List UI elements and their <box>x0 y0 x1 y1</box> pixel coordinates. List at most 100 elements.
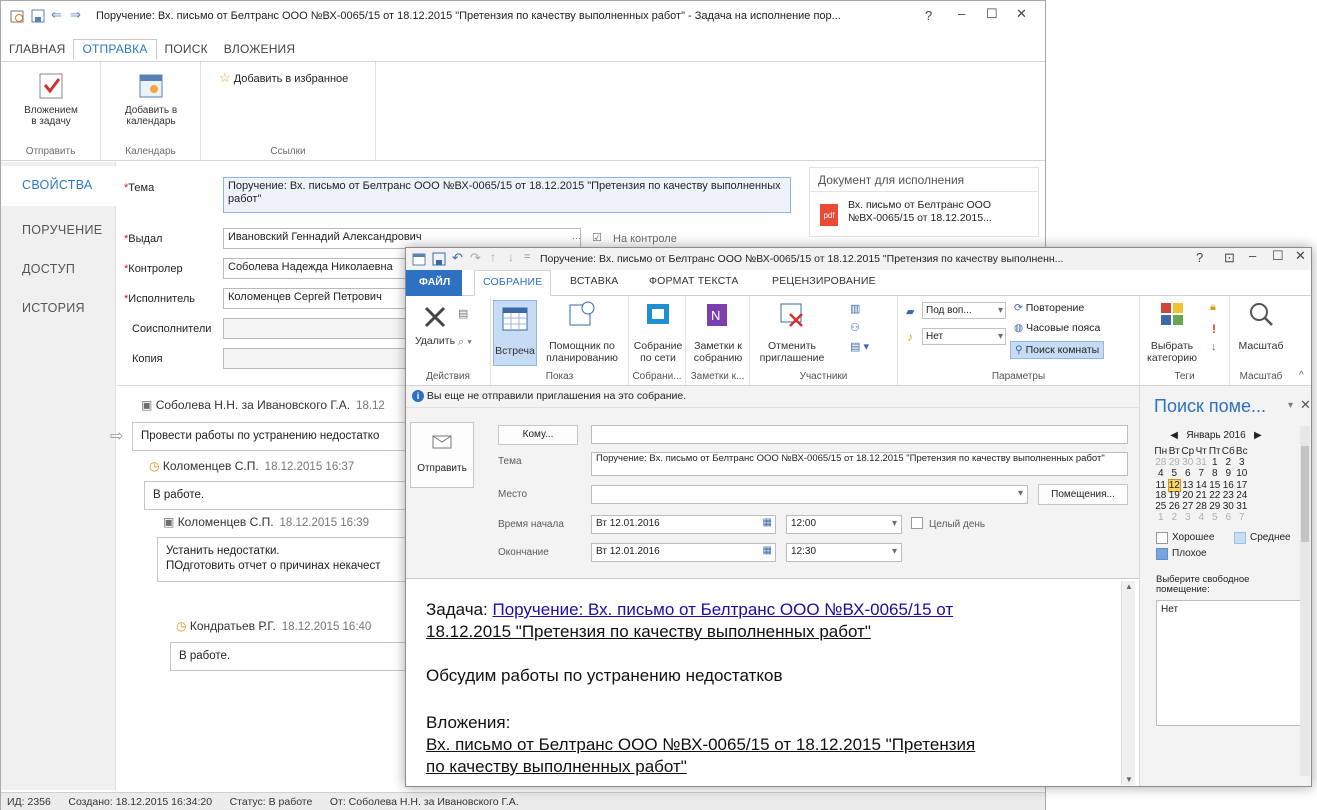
calendar-day[interactable]: 29 <box>1208 501 1222 512</box>
recurrence-button[interactable]: ⟳ Повторение <box>1014 302 1084 314</box>
next-month-icon[interactable]: ▶ <box>1254 430 1262 441</box>
calendar-day[interactable]: 1 <box>1154 512 1168 523</box>
help-button[interactable]: ? <box>925 8 932 23</box>
message-body[interactable]: Задача: Поручение: Вх. письмо от Белтран… <box>406 578 1139 786</box>
show-as-select[interactable]: Под воп... ▾ <box>922 302 1006 319</box>
appointment-button[interactable]: Встреча <box>493 300 537 366</box>
cancel-invitation-button[interactable]: Отменить приглашение <box>754 300 830 364</box>
tab-send[interactable]: ОТПРАВКА <box>73 39 157 60</box>
tab-file[interactable]: ФАЙЛ <box>406 270 462 296</box>
pane-close-icon[interactable]: ✕ <box>1300 397 1311 413</box>
time-dropdown-icon[interactable]: ▾ <box>892 546 897 557</box>
close-button[interactable]: ✕ <box>1295 248 1306 264</box>
reminder-select[interactable]: Нет ▾ <box>922 328 1006 345</box>
calendar-day[interactable]: 3 <box>1181 512 1195 523</box>
rooms-button[interactable]: Помещения... <box>1038 484 1128 505</box>
high-importance-icon[interactable]: ! <box>1212 322 1216 336</box>
tab-search[interactable]: ПОИСК <box>157 40 216 59</box>
tab-main[interactable]: ГЛАВНАЯ <box>1 40 73 59</box>
tab-format-text[interactable]: ФОРМАТ ТЕКСТА <box>649 275 739 287</box>
to-button[interactable]: Кому... <box>498 425 578 445</box>
task-link[interactable]: Поручение: Вх. письмо от Белтранс ООО №В… <box>492 600 953 619</box>
tab-review[interactable]: РЕЦЕНЗИРОВАНИЕ <box>772 275 876 287</box>
date-picker-icon[interactable]: ▦ <box>763 545 772 556</box>
response-options-icon[interactable]: ▤ ▾ <box>850 340 869 353</box>
prev-month-icon[interactable]: ◀ <box>1170 430 1178 441</box>
start-time-field[interactable]: 12:00 ▾ <box>786 515 902 534</box>
time-dropdown-icon[interactable]: ▾ <box>892 518 897 529</box>
end-time-field[interactable]: 12:30 ▾ <box>786 543 902 562</box>
calendar-day[interactable]: 28 <box>1195 501 1209 512</box>
undo-icon[interactable]: ↶ <box>452 250 463 266</box>
help-button[interactable]: ? <box>1196 250 1203 265</box>
calendar-day[interactable]: 30 <box>1222 501 1236 512</box>
date-picker-icon[interactable]: ▦ <box>763 517 772 528</box>
calendar-day[interactable]: 7 <box>1195 468 1209 479</box>
calendar-day[interactable]: 21 <box>1195 490 1209 501</box>
zoom-button[interactable]: Масштаб <box>1234 300 1288 352</box>
document-link[interactable]: Вх. письмо от Белтранс ООО №ВХ-0065/15 о… <box>848 199 992 225</box>
issued-by-field[interactable]: Ивановский Геннадий Александрович <box>223 228 581 249</box>
calendar-day[interactable]: 8 <box>1208 468 1222 479</box>
private-lock-icon[interactable]: 🔒︎ <box>1210 301 1216 314</box>
up-arrow-icon[interactable]: ↑ <box>490 250 496 264</box>
save-icon[interactable] <box>432 252 446 266</box>
calendar-day[interactable]: 24 <box>1235 490 1249 501</box>
add-to-calendar-button[interactable]: Добавить в календарь <box>119 70 183 127</box>
calendar-day[interactable]: 10 <box>1235 468 1249 479</box>
pane-menu-icon[interactable]: ▾ <box>1288 400 1293 411</box>
calendar-day[interactable]: 18 <box>1154 490 1168 501</box>
pane-scrollbar[interactable] <box>1300 426 1310 776</box>
room-list-item[interactable]: Нет <box>1161 604 1178 615</box>
ribbon-options-icon[interactable]: ⊡ <box>1224 250 1235 266</box>
calendar-day[interactable]: 2 <box>1222 457 1236 468</box>
tab-meeting[interactable]: СОБРАНИЕ <box>474 270 552 296</box>
maximize-button[interactable]: ☐ <box>986 6 998 22</box>
calendar-day[interactable]: 29 <box>1168 457 1182 468</box>
calendar-day[interactable]: 27 <box>1181 501 1195 512</box>
calendar-day[interactable]: 20 <box>1181 490 1195 501</box>
minimize-button[interactable]: ‒ <box>958 6 965 21</box>
calendar-day[interactable]: 6 <box>1181 468 1195 479</box>
to-field[interactable] <box>591 425 1128 444</box>
save-icon[interactable] <box>31 9 45 23</box>
back-arrow-icon[interactable]: ⇐ <box>51 7 62 23</box>
calendar-day[interactable]: 9 <box>1222 468 1236 479</box>
time-zones-button[interactable]: ◍ Часовые пояса <box>1014 322 1100 334</box>
forward-arrow-icon[interactable]: ⇒ <box>70 7 81 23</box>
send-button[interactable]: Отправить <box>410 422 474 488</box>
customize-icon[interactable]: = <box>524 251 530 263</box>
scheduling-assistant-button[interactable]: Помощник по планированию <box>539 300 625 364</box>
collapse-ribbon-icon[interactable]: ^ <box>1299 370 1304 381</box>
subject-field[interactable]: Поручение: Вх. письмо от Белтранс ООО №В… <box>223 177 791 213</box>
executor-field[interactable]: Коломенцев Сергей Петрович <box>223 288 423 309</box>
scroll-up-icon[interactable]: ▲ <box>1125 582 1133 591</box>
nav-access[interactable]: ДОСТУП <box>1 250 116 290</box>
coexecutors-field[interactable] <box>223 318 423 339</box>
tab-attachments[interactable]: ВЛОЖЕНИЯ <box>216 40 303 59</box>
online-meeting-button[interactable]: Собрание по сети <box>633 300 683 364</box>
forward-icon[interactable]: ▤ <box>458 307 468 320</box>
end-date-field[interactable]: Вт 12.01.2016 ▦ <box>591 543 776 562</box>
calendar-day[interactable]: 1 <box>1208 457 1222 468</box>
attachment-link-continued[interactable]: по качеству выполненных работ" <box>426 756 687 778</box>
calendar-day[interactable]: 22 <box>1208 490 1222 501</box>
all-day-checkbox[interactable] <box>911 517 923 529</box>
calendar-day[interactable]: 26 <box>1168 501 1182 512</box>
calendar-day[interactable]: 23 <box>1222 490 1236 501</box>
on-control-check-icon[interactable]: ☑ <box>592 231 602 244</box>
address-book-icon[interactable]: ▥ <box>850 302 860 315</box>
nav-properties[interactable]: СВОЙСТВА <box>1 166 117 206</box>
calendar-day[interactable]: 19 <box>1168 490 1182 501</box>
calendar-day[interactable]: 30 <box>1181 457 1195 468</box>
attach-to-task-button[interactable]: Вложением в задачу <box>19 70 83 127</box>
copy-field[interactable] <box>223 348 423 369</box>
calendar-day[interactable]: 31 <box>1195 457 1209 468</box>
add-favorite-button[interactable]: ☆ Добавить в избранное <box>219 70 348 86</box>
redo-icon[interactable]: ↷ <box>470 250 481 266</box>
check-names-icon[interactable]: ⚇ <box>850 321 860 334</box>
attachment-link[interactable]: Вх. письмо от Белтранс ООО №ВХ-0065/15 о… <box>426 734 975 756</box>
reply-options-icon[interactable]: ⌕ ▾ <box>458 336 472 349</box>
calendar-day[interactable]: 31 <box>1235 501 1249 512</box>
calendar-day[interactable]: 7 <box>1235 512 1249 523</box>
